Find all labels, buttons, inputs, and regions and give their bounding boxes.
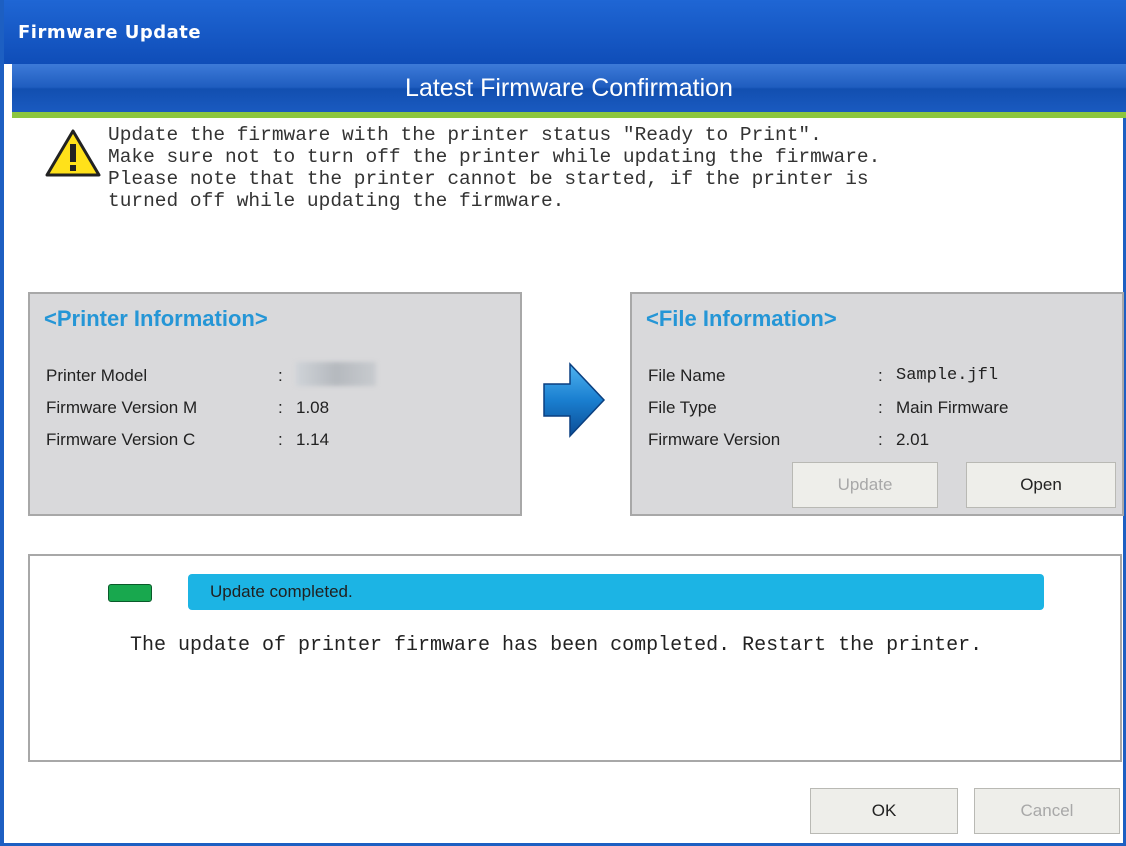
- file-information-panel: <File Information> File Name : Sample.jf…: [630, 292, 1124, 516]
- file-name-label: File Name: [648, 366, 726, 385]
- status-message: The update of printer firmware has been …: [130, 634, 983, 657]
- warning-message: Update the firmware with the printer sta…: [108, 124, 1108, 212]
- warning-line: Update the firmware with the printer sta…: [108, 124, 822, 146]
- file-type-sep: :: [878, 398, 883, 417]
- firmware-update-window: Firmware Update Latest Firmware Confirma…: [0, 0, 1126, 846]
- ok-button[interactable]: OK: [810, 788, 958, 834]
- warning-line: Please note that the printer cannot be s…: [108, 168, 869, 190]
- status-led-icon: [108, 584, 152, 602]
- file-type-label: File Type: [648, 398, 717, 417]
- header-band: Latest Firmware Confirmation: [12, 64, 1126, 112]
- printer-model-label: Printer Model: [46, 366, 148, 385]
- file-firmware-version-sep: :: [878, 430, 883, 449]
- warning-icon: [45, 129, 101, 177]
- warning-line: turned off while updating the firmware.: [108, 190, 565, 212]
- window-title: Firmware Update: [18, 22, 202, 43]
- printer-model-value-redacted: [296, 362, 376, 386]
- file-firmware-version-value: 2.01: [896, 430, 930, 449]
- file-information-title: <File Information>: [646, 306, 837, 331]
- file-name-value: Sample.jfl: [896, 366, 999, 385]
- cancel-button[interactable]: Cancel: [974, 788, 1120, 834]
- file-firmware-version-label: Firmware Version: [648, 430, 781, 449]
- file-name-sep: :: [878, 366, 883, 385]
- printer-model-sep: :: [278, 366, 283, 385]
- firmware-version-c-label: Firmware Version C: [46, 430, 196, 449]
- status-bar: Update completed.: [188, 574, 1044, 610]
- firmware-version-m-sep: :: [278, 398, 283, 417]
- header-accent-line: [12, 112, 1126, 118]
- title-bar[interactable]: Firmware Update: [4, 0, 1126, 64]
- firmware-version-m-value: 1.08: [296, 398, 330, 417]
- update-button[interactable]: Update: [792, 462, 938, 508]
- firmware-version-c-value: 1.14: [296, 430, 330, 449]
- printer-information-title: <Printer Information>: [44, 306, 268, 331]
- firmware-version-c-sep: :: [278, 430, 283, 449]
- firmware-version-m-label: Firmware Version M: [46, 398, 198, 417]
- warning-line: Make sure not to turn off the printer wh…: [108, 146, 881, 168]
- file-type-value: Main Firmware: [896, 398, 1009, 417]
- arrow-right-icon: [543, 362, 606, 438]
- page-title: Latest Firmware Confirmation: [405, 74, 733, 102]
- open-button[interactable]: Open: [966, 462, 1116, 508]
- printer-information-panel: <Printer Information> Printer Model : Fi…: [28, 292, 522, 516]
- redacted-blur: [296, 362, 376, 386]
